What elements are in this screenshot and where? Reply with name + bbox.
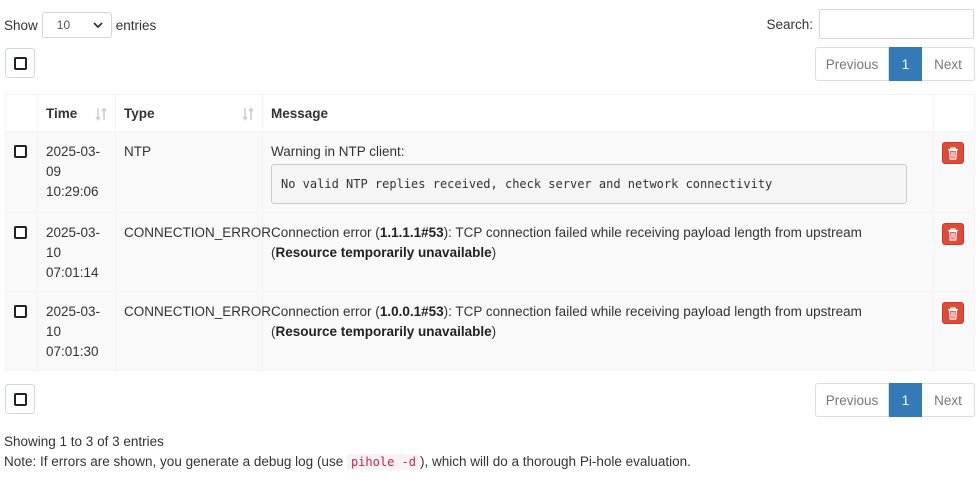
row-select-cell (5, 212, 38, 292)
delete-button[interactable] (942, 223, 964, 245)
checkbox-icon (13, 56, 27, 70)
type-cell: CONNECTION_ERROR (115, 212, 271, 292)
entries-select[interactable]: 10 (41, 12, 112, 38)
next-button[interactable]: Next (922, 383, 975, 417)
sort-icon (95, 107, 107, 121)
messages-table: Time Type Message 2025-03- 09 10:29:06 N… (5, 94, 975, 371)
entries-label: entries (115, 17, 157, 33)
time-date: 2025-03- (46, 225, 101, 240)
header-time[interactable]: Time (37, 94, 116, 132)
messages-table-wrap: Time Type Message 2025-03- 09 10:29:06 N… (5, 94, 975, 371)
time-clock: 10:29:06 (46, 184, 99, 199)
select-all-bottom-button[interactable] (5, 384, 35, 414)
time-clock: 07:01:14 (46, 265, 99, 280)
message-cell: Connection error (1.0.0.1#53): TCP conne… (262, 291, 934, 371)
debug-note: Note: If errors are shown, you generate … (4, 454, 691, 470)
search-input[interactable] (819, 9, 974, 39)
sort-icon (242, 107, 254, 121)
row-checkbox[interactable] (14, 226, 27, 239)
checkbox-icon (13, 392, 27, 406)
table-row: 2025-03- 09 10:29:06 NTP Warning in NTP … (5, 131, 975, 213)
table-info: Showing 1 to 3 of 3 entries (4, 434, 164, 449)
delete-button[interactable] (942, 142, 964, 164)
time-cell: 2025-03- 10 07:01:14 (37, 212, 116, 292)
actions-cell (933, 131, 975, 213)
time-cell: 2025-03- 10 07:01:30 (37, 291, 116, 371)
show-label: Show (4, 17, 38, 33)
trash-icon (948, 227, 958, 241)
time-day: 10 (46, 245, 62, 260)
time-date: 2025-03- (46, 304, 101, 319)
time-cell: 2025-03- 09 10:29:06 (37, 131, 116, 213)
select-all-top-button[interactable] (5, 48, 35, 78)
note-text: ), which will do a thorough Pi-hole eval… (419, 454, 691, 469)
type-cell: CONNECTION_ERROR (115, 291, 271, 371)
row-checkbox[interactable] (14, 145, 27, 158)
header-select (5, 94, 38, 132)
message-reason: Resource temporarily unavailable (275, 324, 492, 339)
table-row: 2025-03- 10 07:01:14 CONNECTION_ERROR Co… (5, 212, 975, 292)
page-1-button[interactable]: 1 (889, 383, 922, 417)
message-cell: Warning in NTP client: No valid NTP repl… (262, 131, 934, 213)
page-1-button[interactable]: 1 (889, 47, 922, 81)
chevron-down-icon (93, 22, 103, 29)
message-text: ) (491, 324, 497, 339)
row-select-cell (5, 291, 38, 371)
pagination-top: Previous 1 Next (815, 47, 975, 81)
message-server: 1.1.1.1#53 (379, 225, 444, 240)
actions-cell (933, 291, 975, 371)
header-type[interactable]: Type (115, 94, 263, 132)
time-clock: 07:01:30 (46, 344, 99, 359)
actions-cell (933, 212, 975, 292)
time-date: 2025-03- (46, 144, 101, 159)
note-code: pihole -d (346, 454, 420, 470)
message-cell: Connection error (1.1.1.1#53): TCP conne… (262, 212, 934, 292)
header-message: Message (262, 94, 934, 132)
entries-select-value: 10 (56, 18, 71, 32)
search-control: Search: (766, 9, 974, 39)
message-text: Warning in NTP client: (271, 144, 405, 159)
header-time-label: Time (46, 105, 78, 121)
table-row: 2025-03- 10 07:01:30 CONNECTION_ERROR Co… (5, 291, 975, 371)
message-detail: No valid NTP replies received, check ser… (271, 164, 907, 204)
message-server: 1.0.0.1#53 (379, 304, 444, 319)
row-checkbox[interactable] (14, 305, 27, 318)
message-reason: Resource temporarily unavailable (275, 245, 492, 260)
time-day: 09 (46, 164, 62, 179)
next-button[interactable]: Next (922, 47, 975, 81)
pagination-bottom: Previous 1 Next (815, 383, 975, 417)
search-label: Search: (766, 16, 813, 32)
header-type-label: Type (124, 105, 155, 121)
previous-button[interactable]: Previous (815, 47, 889, 81)
note-text: Note: If errors are shown, you generate … (4, 454, 347, 469)
message-text: ) (491, 245, 497, 260)
message-text: Connection error ( (271, 304, 380, 319)
table-header-row: Time Type Message (5, 94, 975, 132)
time-day: 10 (46, 324, 62, 339)
message-text: Connection error ( (271, 225, 380, 240)
trash-icon (948, 306, 958, 320)
entries-length-control: Show 10 entries (4, 11, 156, 39)
row-select-cell (5, 131, 38, 213)
previous-button[interactable]: Previous (815, 383, 889, 417)
type-cell: NTP (115, 131, 263, 213)
delete-button[interactable] (942, 302, 964, 324)
trash-icon (948, 146, 958, 160)
header-actions (933, 94, 975, 132)
